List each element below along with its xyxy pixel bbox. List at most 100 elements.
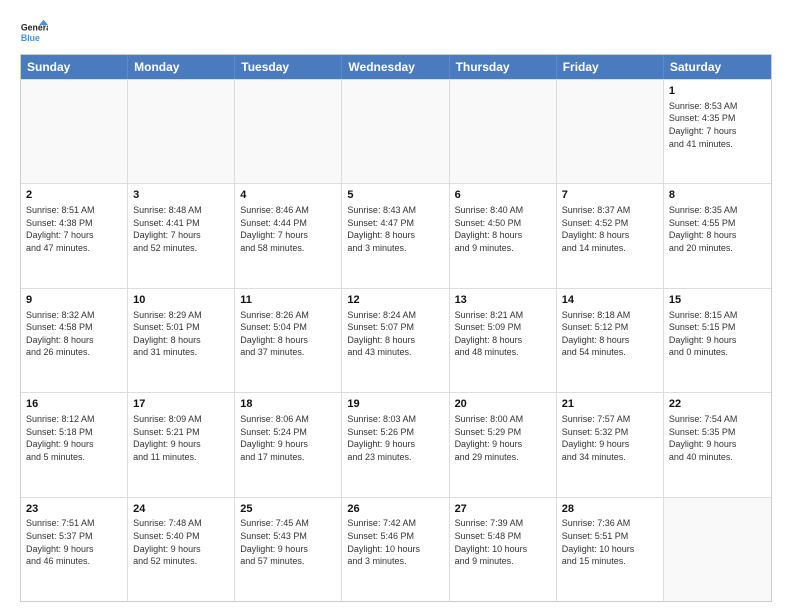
day-info: Sunrise: 7:51 AMSunset: 5:37 PMDaylight:… [26, 517, 122, 567]
calendar-cell: 23Sunrise: 7:51 AMSunset: 5:37 PMDayligh… [21, 498, 128, 601]
day-info: Sunrise: 7:39 AMSunset: 5:48 PMDaylight:… [455, 517, 551, 567]
day-number: 21 [562, 397, 658, 412]
calendar-header-cell: Tuesday [235, 55, 342, 79]
calendar-cell: 26Sunrise: 7:42 AMSunset: 5:46 PMDayligh… [342, 498, 449, 601]
day-info: Sunrise: 8:15 AMSunset: 5:15 PMDaylight:… [669, 309, 766, 359]
day-number: 26 [347, 502, 443, 517]
page: General Blue SundayMondayTuesdayWednesda… [0, 0, 792, 612]
calendar-cell: 2Sunrise: 8:51 AMSunset: 4:38 PMDaylight… [21, 184, 128, 287]
day-number: 19 [347, 397, 443, 412]
day-info: Sunrise: 8:06 AMSunset: 5:24 PMDaylight:… [240, 413, 336, 463]
calendar-header-cell: Sunday [21, 55, 128, 79]
calendar-header-cell: Friday [557, 55, 664, 79]
svg-text:Blue: Blue [21, 33, 40, 43]
day-info: Sunrise: 8:29 AMSunset: 5:01 PMDaylight:… [133, 309, 229, 359]
calendar-row: 9Sunrise: 8:32 AMSunset: 4:58 PMDaylight… [21, 288, 771, 392]
calendar-row: 16Sunrise: 8:12 AMSunset: 5:18 PMDayligh… [21, 392, 771, 496]
calendar-header-cell: Wednesday [342, 55, 449, 79]
day-number: 16 [26, 397, 122, 412]
calendar-header-cell: Monday [128, 55, 235, 79]
day-number: 13 [455, 293, 551, 308]
day-info: Sunrise: 8:37 AMSunset: 4:52 PMDaylight:… [562, 204, 658, 254]
calendar-cell: 14Sunrise: 8:18 AMSunset: 5:12 PMDayligh… [557, 289, 664, 392]
calendar-cell [235, 80, 342, 183]
day-info: Sunrise: 8:46 AMSunset: 4:44 PMDaylight:… [240, 204, 336, 254]
day-number: 3 [133, 188, 229, 203]
day-info: Sunrise: 8:26 AMSunset: 5:04 PMDaylight:… [240, 309, 336, 359]
day-number: 4 [240, 188, 336, 203]
calendar: SundayMondayTuesdayWednesdayThursdayFrid… [20, 54, 772, 602]
day-number: 15 [669, 293, 766, 308]
day-number: 27 [455, 502, 551, 517]
day-info: Sunrise: 8:21 AMSunset: 5:09 PMDaylight:… [455, 309, 551, 359]
calendar-cell: 16Sunrise: 8:12 AMSunset: 5:18 PMDayligh… [21, 393, 128, 496]
day-number: 25 [240, 502, 336, 517]
calendar-cell: 20Sunrise: 8:00 AMSunset: 5:29 PMDayligh… [450, 393, 557, 496]
calendar-cell: 8Sunrise: 8:35 AMSunset: 4:55 PMDaylight… [664, 184, 771, 287]
day-number: 7 [562, 188, 658, 203]
day-number: 10 [133, 293, 229, 308]
day-info: Sunrise: 7:45 AMSunset: 5:43 PMDaylight:… [240, 517, 336, 567]
calendar-cell: 28Sunrise: 7:36 AMSunset: 5:51 PMDayligh… [557, 498, 664, 601]
day-info: Sunrise: 7:57 AMSunset: 5:32 PMDaylight:… [562, 413, 658, 463]
day-info: Sunrise: 7:42 AMSunset: 5:46 PMDaylight:… [347, 517, 443, 567]
day-number: 18 [240, 397, 336, 412]
calendar-cell: 10Sunrise: 8:29 AMSunset: 5:01 PMDayligh… [128, 289, 235, 392]
logo: General Blue [20, 18, 48, 46]
day-number: 11 [240, 293, 336, 308]
day-info: Sunrise: 8:00 AMSunset: 5:29 PMDaylight:… [455, 413, 551, 463]
header: General Blue [20, 18, 772, 46]
calendar-cell: 25Sunrise: 7:45 AMSunset: 5:43 PMDayligh… [235, 498, 342, 601]
calendar-cell: 21Sunrise: 7:57 AMSunset: 5:32 PMDayligh… [557, 393, 664, 496]
calendar-row: 1Sunrise: 8:53 AMSunset: 4:35 PMDaylight… [21, 79, 771, 183]
day-info: Sunrise: 8:32 AMSunset: 4:58 PMDaylight:… [26, 309, 122, 359]
day-number: 14 [562, 293, 658, 308]
calendar-header-cell: Thursday [450, 55, 557, 79]
calendar-cell: 11Sunrise: 8:26 AMSunset: 5:04 PMDayligh… [235, 289, 342, 392]
calendar-cell [21, 80, 128, 183]
calendar-cell [557, 80, 664, 183]
calendar-cell: 12Sunrise: 8:24 AMSunset: 5:07 PMDayligh… [342, 289, 449, 392]
day-info: Sunrise: 8:24 AMSunset: 5:07 PMDaylight:… [347, 309, 443, 359]
calendar-cell: 15Sunrise: 8:15 AMSunset: 5:15 PMDayligh… [664, 289, 771, 392]
day-number: 9 [26, 293, 122, 308]
day-info: Sunrise: 8:03 AMSunset: 5:26 PMDaylight:… [347, 413, 443, 463]
day-info: Sunrise: 8:43 AMSunset: 4:47 PMDaylight:… [347, 204, 443, 254]
day-info: Sunrise: 7:48 AMSunset: 5:40 PMDaylight:… [133, 517, 229, 567]
calendar-row: 23Sunrise: 7:51 AMSunset: 5:37 PMDayligh… [21, 497, 771, 601]
day-number: 28 [562, 502, 658, 517]
day-number: 17 [133, 397, 229, 412]
day-number: 5 [347, 188, 443, 203]
calendar-body: 1Sunrise: 8:53 AMSunset: 4:35 PMDaylight… [21, 79, 771, 601]
calendar-cell: 9Sunrise: 8:32 AMSunset: 4:58 PMDaylight… [21, 289, 128, 392]
calendar-cell: 17Sunrise: 8:09 AMSunset: 5:21 PMDayligh… [128, 393, 235, 496]
calendar-cell: 19Sunrise: 8:03 AMSunset: 5:26 PMDayligh… [342, 393, 449, 496]
calendar-cell: 5Sunrise: 8:43 AMSunset: 4:47 PMDaylight… [342, 184, 449, 287]
calendar-cell [450, 80, 557, 183]
day-number: 22 [669, 397, 766, 412]
day-number: 2 [26, 188, 122, 203]
day-info: Sunrise: 8:12 AMSunset: 5:18 PMDaylight:… [26, 413, 122, 463]
calendar-cell: 6Sunrise: 8:40 AMSunset: 4:50 PMDaylight… [450, 184, 557, 287]
logo-icon: General Blue [20, 18, 48, 46]
day-info: Sunrise: 8:48 AMSunset: 4:41 PMDaylight:… [133, 204, 229, 254]
day-info: Sunrise: 8:18 AMSunset: 5:12 PMDaylight:… [562, 309, 658, 359]
day-info: Sunrise: 8:51 AMSunset: 4:38 PMDaylight:… [26, 204, 122, 254]
day-info: Sunrise: 8:40 AMSunset: 4:50 PMDaylight:… [455, 204, 551, 254]
calendar-cell: 3Sunrise: 8:48 AMSunset: 4:41 PMDaylight… [128, 184, 235, 287]
calendar-cell: 4Sunrise: 8:46 AMSunset: 4:44 PMDaylight… [235, 184, 342, 287]
calendar-cell [342, 80, 449, 183]
calendar-cell: 1Sunrise: 8:53 AMSunset: 4:35 PMDaylight… [664, 80, 771, 183]
calendar-cell: 18Sunrise: 8:06 AMSunset: 5:24 PMDayligh… [235, 393, 342, 496]
day-number: 23 [26, 502, 122, 517]
calendar-cell [664, 498, 771, 601]
day-info: Sunrise: 8:09 AMSunset: 5:21 PMDaylight:… [133, 413, 229, 463]
calendar-cell: 13Sunrise: 8:21 AMSunset: 5:09 PMDayligh… [450, 289, 557, 392]
day-info: Sunrise: 8:53 AMSunset: 4:35 PMDaylight:… [669, 100, 766, 150]
calendar-cell: 22Sunrise: 7:54 AMSunset: 5:35 PMDayligh… [664, 393, 771, 496]
day-info: Sunrise: 8:35 AMSunset: 4:55 PMDaylight:… [669, 204, 766, 254]
calendar-cell: 24Sunrise: 7:48 AMSunset: 5:40 PMDayligh… [128, 498, 235, 601]
day-info: Sunrise: 7:54 AMSunset: 5:35 PMDaylight:… [669, 413, 766, 463]
calendar-header: SundayMondayTuesdayWednesdayThursdayFrid… [21, 55, 771, 79]
calendar-cell [128, 80, 235, 183]
